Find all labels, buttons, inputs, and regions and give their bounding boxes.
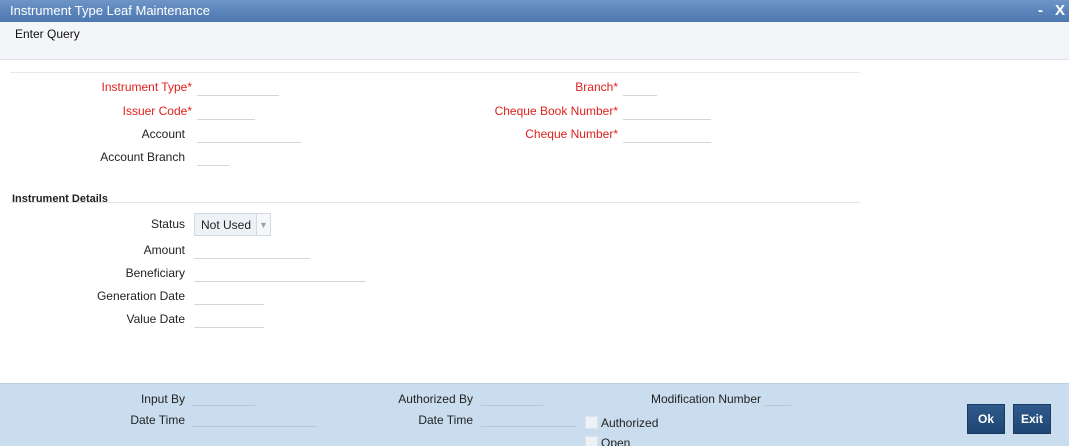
instrument-type-input[interactable]: [197, 78, 279, 96]
status-select[interactable]: Not Used ▼: [194, 213, 271, 236]
value-date-input[interactable]: [194, 310, 264, 328]
status-selected-value: Not Used: [201, 217, 252, 232]
branch-input[interactable]: [623, 78, 657, 96]
instrument-details-heading: Instrument Details: [12, 193, 108, 205]
cheque-book-number-input[interactable]: [623, 102, 711, 120]
date-time-value: [191, 411, 317, 427]
generation-date-input[interactable]: [194, 287, 264, 305]
authorized-by-value: [481, 390, 543, 406]
date-time-label: Date Time: [130, 413, 185, 427]
authorized-checkbox: [585, 416, 598, 429]
status-label: Status: [150, 217, 185, 231]
modification-number-label: Modification Number: [650, 392, 761, 406]
account-branch-input[interactable]: [197, 148, 229, 166]
cheque-number-input[interactable]: [623, 125, 711, 143]
generation-date-label: Generation Date: [96, 289, 185, 303]
modification-number-value: [765, 390, 791, 406]
beneficiary-input[interactable]: [194, 264, 366, 282]
input-by-value: [191, 390, 255, 406]
issuer-code-label: Issuer Code*: [122, 104, 192, 118]
instrument-type-label: Instrument Type*: [101, 80, 193, 94]
open-checkbox: [585, 436, 598, 446]
account-label: Account: [141, 127, 185, 141]
account-branch-label: Account Branch: [100, 150, 185, 164]
divider: [10, 202, 860, 203]
issuer-code-input[interactable]: [197, 102, 255, 120]
divider: [10, 72, 860, 73]
close-icon[interactable]: X: [1055, 0, 1065, 22]
enter-query-button[interactable]: Enter Query: [15, 27, 80, 41]
date-time-label: Date Time: [418, 413, 473, 427]
authorized-date-time-value: [481, 411, 577, 427]
exit-button[interactable]: Exit: [1013, 404, 1051, 434]
amount-input[interactable]: [194, 241, 310, 259]
open-label: Open: [601, 436, 631, 446]
account-input[interactable]: [197, 125, 301, 143]
window-title: Instrument Type Leaf Maintenance: [10, 3, 210, 18]
amount-label: Amount: [143, 243, 185, 257]
ok-button[interactable]: Ok: [967, 404, 1005, 434]
input-by-label: Input By: [140, 392, 185, 406]
beneficiary-label: Beneficiary: [125, 266, 185, 280]
window-controls: - X: [1038, 0, 1065, 22]
cheque-number-label: Cheque Number*: [525, 127, 618, 141]
minimize-icon[interactable]: -: [1038, 0, 1043, 22]
chevron-down-icon[interactable]: ▼: [256, 214, 270, 235]
cheque-book-number-label: Cheque Book Number*: [494, 104, 618, 118]
window-title-bar: Instrument Type Leaf Maintenance - X: [0, 0, 1069, 22]
toolbar: Enter Query: [0, 22, 1069, 60]
authorized-label: Authorized: [601, 416, 659, 430]
value-date-label: Value Date: [126, 312, 185, 326]
authorized-by-label: Authorized By: [398, 392, 473, 406]
branch-label: Branch*: [575, 80, 618, 94]
